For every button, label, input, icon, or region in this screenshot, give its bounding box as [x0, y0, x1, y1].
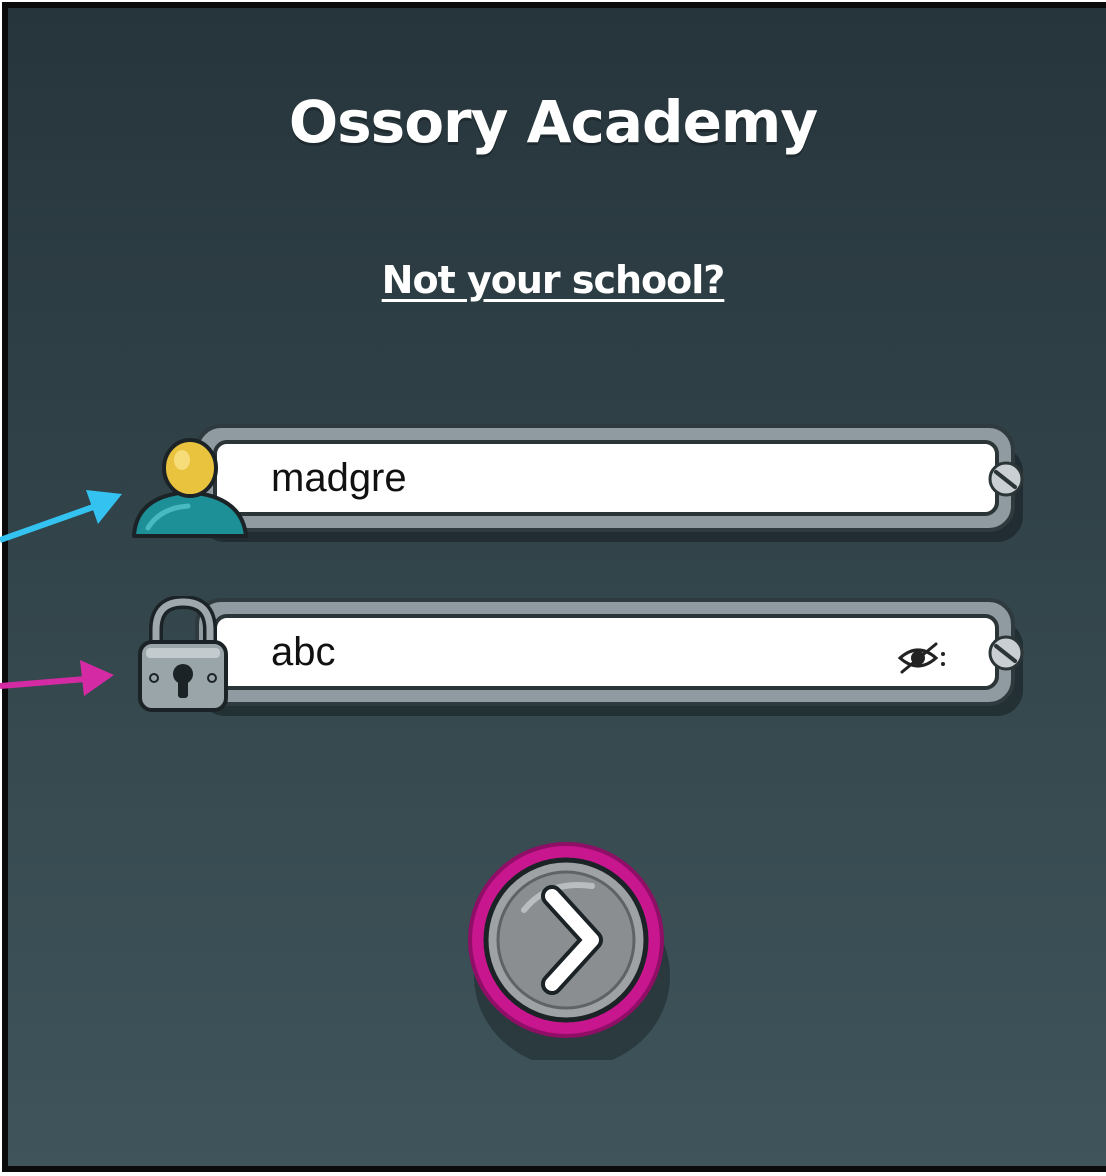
- login-screen: Ossory Academy Not your school? madgre a…: [0, 0, 1106, 1176]
- go-button[interactable]: [458, 840, 678, 1060]
